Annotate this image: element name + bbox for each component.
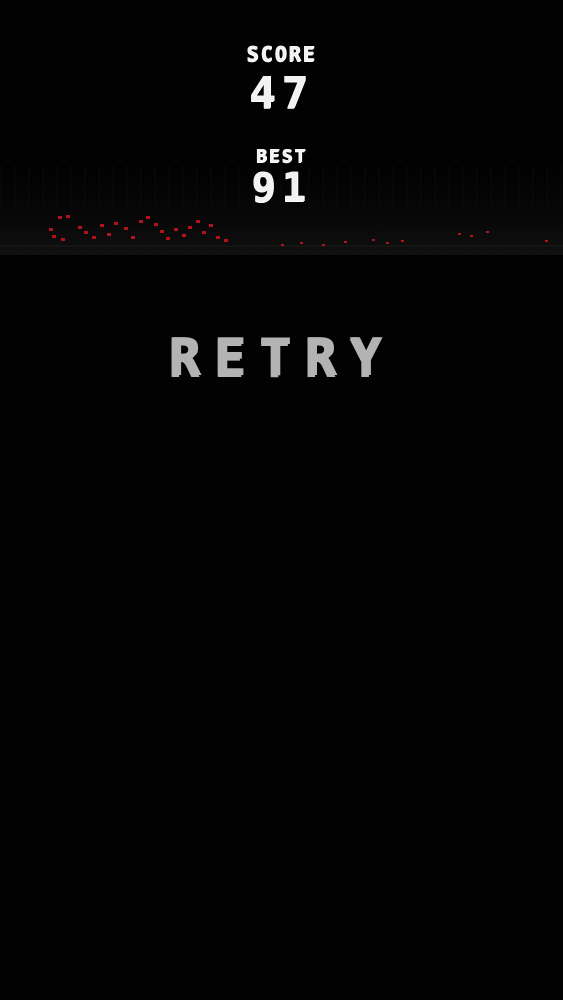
- game-screen: SCORE 47 BEST 91 RETRY: [0, 0, 563, 1000]
- best-value: 91: [251, 165, 312, 211]
- retry-button[interactable]: RETRY: [0, 330, 563, 386]
- best-label: BEST: [255, 146, 308, 167]
- score-label: SCORE: [246, 42, 317, 66]
- score-value: 47: [249, 68, 314, 119]
